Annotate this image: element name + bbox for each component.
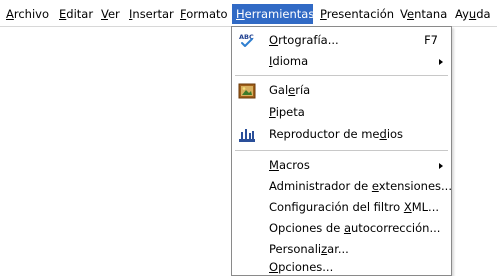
menu-editar[interactable]: Editar xyxy=(55,4,97,24)
menu-item-idioma[interactable]: Idioma xyxy=(232,51,451,72)
menu-archivo[interactable]: Archivo xyxy=(2,4,53,24)
menu-item-autocorreccion[interactable]: Opciones de autocorrección... xyxy=(232,218,451,239)
menu-herramientas[interactable]: Herramientas xyxy=(232,4,314,24)
separator xyxy=(235,150,448,151)
menu-item-pipeta[interactable]: Pipeta xyxy=(232,102,451,123)
menu-item-opciones[interactable]: Opciones... xyxy=(232,260,451,275)
menu-item-filtro-xml[interactable]: Configuración del filtro XML... xyxy=(232,197,451,218)
separator xyxy=(235,75,448,76)
menu-item-galeria[interactable]: Galería xyxy=(232,80,451,101)
herramientas-dropdown: ABC Ortografía... F7 Idioma Galería Pipe… xyxy=(231,26,452,276)
spellcheck-icon: ABC xyxy=(238,32,256,50)
media-player-icon xyxy=(238,126,256,144)
menu-ayuda[interactable]: Ayuda xyxy=(451,4,495,24)
gallery-icon xyxy=(238,82,256,100)
menu-ventana[interactable]: Ventana xyxy=(396,4,451,24)
shortcut-f7: F7 xyxy=(424,33,438,47)
menu-insertar[interactable]: Insertar xyxy=(125,4,178,24)
submenu-arrow-icon xyxy=(439,59,443,65)
menu-presentacion[interactable]: Presentación xyxy=(316,4,398,24)
menu-item-macros[interactable]: Macros xyxy=(232,155,451,176)
menu-item-ortografia[interactable]: ABC Ortografía... F7 xyxy=(232,30,451,51)
menu-ver[interactable]: Ver xyxy=(97,4,124,24)
menu-item-reproductor-medios[interactable]: Reproductor de medios xyxy=(232,124,451,145)
menu-formato[interactable]: Formato xyxy=(176,4,232,24)
menu-item-administrador-extensiones[interactable]: Administrador de extensiones... xyxy=(232,176,452,197)
menu-item-personalizar[interactable]: Personalizar... xyxy=(232,239,451,260)
submenu-arrow-icon xyxy=(439,163,443,169)
menu-bar: Archivo Editar Ver Insertar Formato Herr… xyxy=(0,0,497,27)
